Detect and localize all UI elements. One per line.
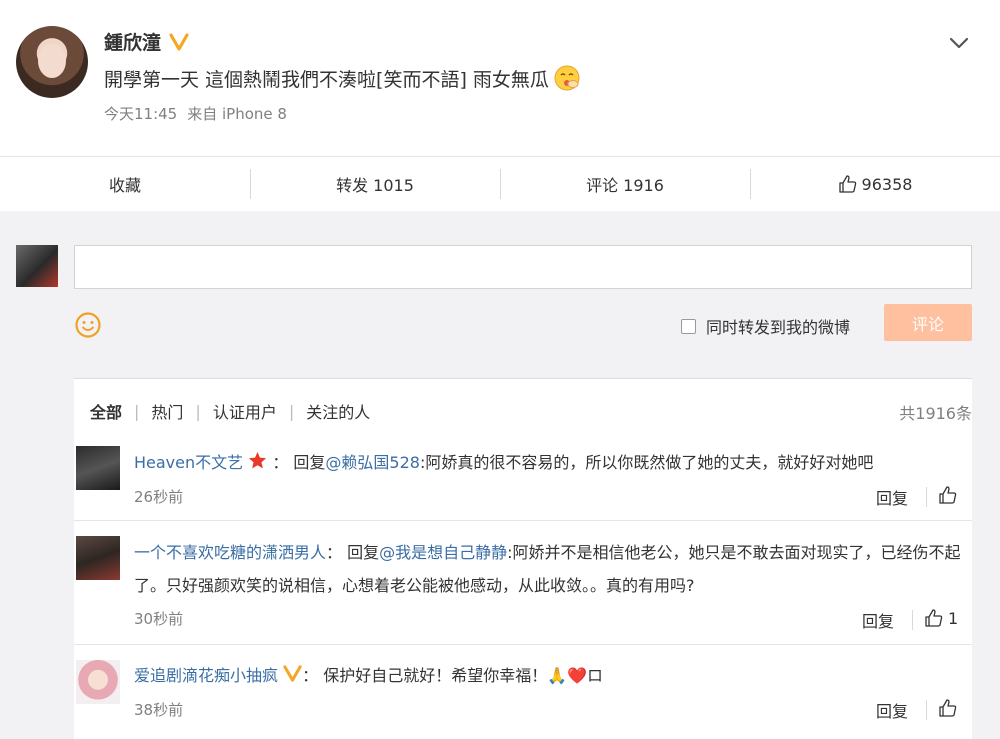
comment-like-button[interactable] xyxy=(938,485,962,505)
comment-item: Heaven不文艺 ： 回复@赖弘国528:阿娇真的很不容易的，所以你既然做了她… xyxy=(74,434,972,521)
post-text-content: 開學第一天 這個熱鬧我們不湊啦[笑而不語] 雨女無瓜 xyxy=(104,68,549,91)
divider xyxy=(912,610,913,630)
thumbs-up-icon xyxy=(838,175,856,193)
post-card: 鍾欣潼 開學第一天 這個熱鬧我們不湊啦[笑而不語] 雨女無瓜 今天11:45 来… xyxy=(0,0,1000,156)
comment-content: 保护好自己就好！希望你幸福！🙏❤️ロ xyxy=(323,666,604,685)
smiley-icon[interactable] xyxy=(74,311,102,339)
post-action-bar: 收藏 转发 1015 评论 1916 96358 xyxy=(0,156,1000,211)
post-text: 開學第一天 這個熱鬧我們不湊啦[笑而不語] 雨女無瓜 xyxy=(104,64,581,92)
comment-like-button[interactable]: 1 xyxy=(924,608,958,628)
repost-label: 转发 1015 xyxy=(336,176,414,195)
like-button[interactable]: 96358 xyxy=(750,157,1000,211)
comment-item: 爱追剧滴花痴小抽疯 ： 保护好自己就好！希望你幸福！🙏❤️ロ 38秒前 回复 xyxy=(74,645,972,739)
vip-icon xyxy=(283,665,302,682)
comment-like-count: 1 xyxy=(948,608,959,628)
comment-input[interactable] xyxy=(74,245,972,289)
comment-text: Heaven不文艺 ： 回复@赖弘国528:阿娇真的很不容易的，所以你既然做了她… xyxy=(134,446,964,479)
submit-comment-button[interactable]: 评论 xyxy=(884,304,972,341)
favorite-label: 收藏 xyxy=(108,176,141,195)
comment-label: 评论 1916 xyxy=(586,176,664,195)
chevron-down-icon[interactable] xyxy=(946,30,972,56)
mention-link[interactable]: @赖弘国528 xyxy=(325,453,420,472)
commenter-name[interactable]: 爱追剧滴花痴小抽疯 xyxy=(134,666,278,685)
mention-link[interactable]: @我是想自己静静 xyxy=(379,543,507,562)
emoji-icon xyxy=(554,65,580,91)
repost-option[interactable]: 同时转发到我的微博 xyxy=(681,314,850,338)
author-name[interactable]: 鍾欣潼 xyxy=(104,28,161,55)
comment-time: 26秒前 xyxy=(134,488,184,506)
repost-option-label: 同时转发到我的微博 xyxy=(706,318,851,337)
comment-item: 一个不喜欢吃糖的潇洒男人： 回复@我是想自己静静:阿娇并不是相信他老公，她只是不… xyxy=(74,521,972,645)
post-source: 来自 iPhone 8 xyxy=(187,105,287,123)
divider xyxy=(926,700,927,720)
comment-filter-tabs: 全部 | 热门 | 认证用户 | 关注的人 xyxy=(90,399,382,423)
comment-button[interactable]: 评论 1916 xyxy=(500,157,750,211)
comment-text: 爱追剧滴花痴小抽疯 ： 保护好自己就好！希望你幸福！🙏❤️ロ xyxy=(134,659,964,692)
commenter-name[interactable]: Heaven不文艺 xyxy=(134,453,243,472)
comment-time: 38秒前 xyxy=(134,701,184,719)
thumbs-up-icon xyxy=(939,699,957,717)
like-count: 96358 xyxy=(861,174,913,194)
post-author: 鍾欣潼 xyxy=(104,28,189,55)
reply-button[interactable]: 回复 xyxy=(876,698,908,722)
comment-text: 一个不喜欢吃糖的潇洒男人： 回复@我是想自己静静:阿娇并不是相信他老公，她只是不… xyxy=(134,536,964,602)
filter-all[interactable]: 全部 xyxy=(90,399,134,423)
repost-checkbox[interactable] xyxy=(681,318,696,334)
comments-panel: 全部 | 热门 | 认证用户 | 关注的人 共1916条 Heaven不文艺 ：… xyxy=(74,378,972,739)
comment-total: 共1916条 xyxy=(899,404,972,423)
divider xyxy=(926,487,927,507)
commenter-avatar[interactable] xyxy=(76,446,120,490)
reply-button[interactable]: 回复 xyxy=(876,485,908,509)
verified-icon xyxy=(169,32,189,51)
filter-following[interactable]: 关注的人 xyxy=(294,399,382,423)
thumbs-up-icon xyxy=(925,609,943,627)
comment-content: :阿娇真的很不容易的，所以你既然做了她的丈夫，就好好对她吧 xyxy=(419,453,874,472)
comment-prefix: ： 回复 xyxy=(326,543,380,562)
filter-verified[interactable]: 认证用户 xyxy=(201,399,289,423)
filter-hot[interactable]: 热门 xyxy=(139,399,195,423)
commenter-avatar[interactable] xyxy=(76,536,120,580)
comment-like-button[interactable] xyxy=(938,698,962,718)
comment-time: 30秒前 xyxy=(134,610,184,628)
favorite-button[interactable]: 收藏 xyxy=(0,157,250,211)
commenter-name[interactable]: 一个不喜欢吃糖的潇洒男人 xyxy=(134,543,326,562)
post-time[interactable]: 今天11:45 xyxy=(104,103,177,124)
commenter-avatar[interactable] xyxy=(76,660,120,704)
repost-button[interactable]: 转发 1015 xyxy=(250,157,500,211)
reply-button[interactable]: 回复 xyxy=(862,608,894,632)
my-avatar[interactable] xyxy=(16,245,58,287)
comment-prefix: ： 回复 xyxy=(272,453,326,472)
comment-prefix: ： xyxy=(302,666,324,685)
thumbs-up-icon xyxy=(939,486,957,504)
post-meta: 今天11:45 来自 iPhone 8 xyxy=(104,103,287,124)
star-icon xyxy=(249,451,267,469)
author-avatar[interactable] xyxy=(16,26,88,98)
